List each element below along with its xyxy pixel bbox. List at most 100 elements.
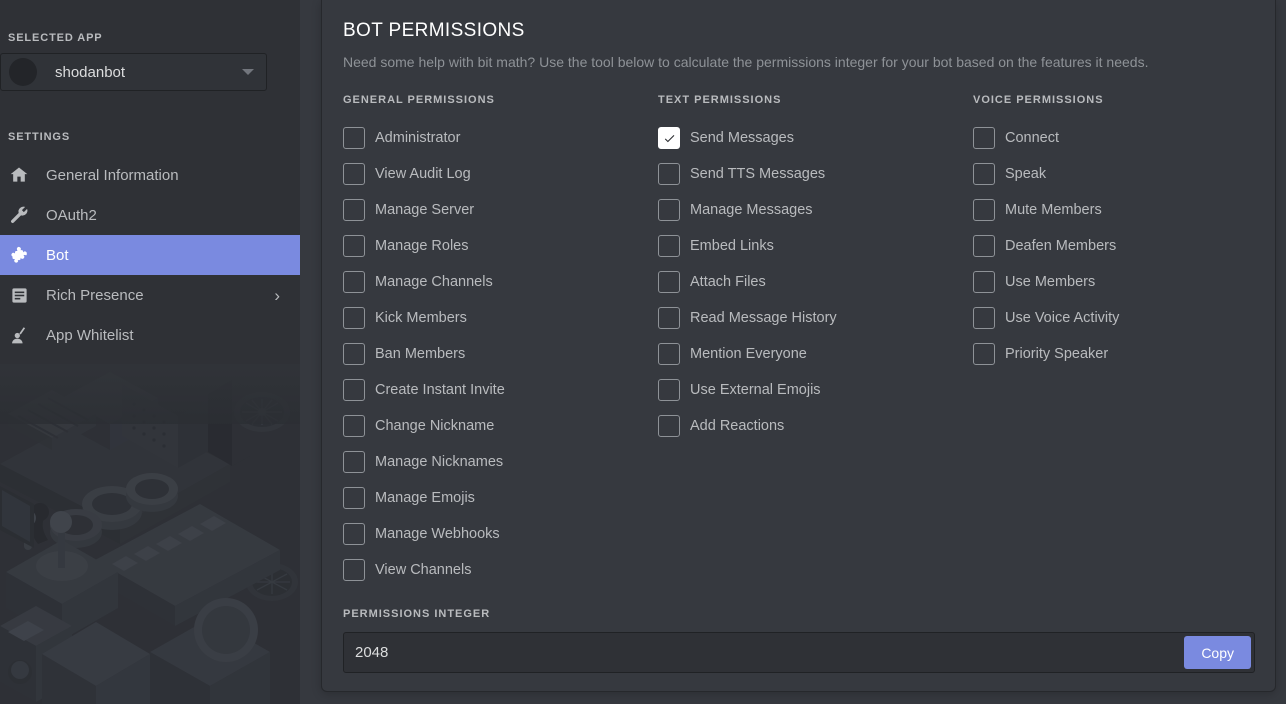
voice-permissions-column: VOICE PERMISSIONS Connect Speak Mute Mem… <box>973 94 1253 588</box>
sidebar-item-general-information[interactable]: General Information <box>0 155 300 195</box>
checkbox-administrator[interactable] <box>343 127 365 149</box>
permission-label: Connect <box>1005 130 1060 146</box>
permission-row-speak[interactable]: Speak <box>973 156 1253 192</box>
permission-row-ban-members[interactable]: Ban Members <box>343 336 658 372</box>
permission-label: Administrator <box>375 130 461 146</box>
app-selector-dropdown[interactable]: shodanbot <box>0 53 267 91</box>
checkbox-embed-links[interactable] <box>658 235 680 257</box>
permission-row-administrator[interactable]: Administrator <box>343 120 658 156</box>
permission-label: Change Nickname <box>375 418 495 434</box>
checkbox-manage-emojis[interactable] <box>343 487 365 509</box>
checkbox-use-voice-activity[interactable] <box>973 307 995 329</box>
permission-row-send-messages[interactable]: Send Messages <box>658 120 973 156</box>
permission-label: Use Voice Activity <box>1005 310 1120 326</box>
checkbox-send-messages[interactable] <box>658 127 680 149</box>
bot-permissions-card: BOT PERMISSIONS Need some help with bit … <box>321 0 1276 692</box>
sidebar: SELECTED APP shodanbot SETTINGS General … <box>0 0 300 704</box>
permission-label: Create Instant Invite <box>375 382 505 398</box>
permission-label: Deafen Members <box>1005 238 1117 254</box>
permission-row-manage-webhooks[interactable]: Manage Webhooks <box>343 516 658 552</box>
sidebar-item-bot[interactable]: Bot <box>0 235 300 275</box>
permission-row-manage-emojis[interactable]: Manage Emojis <box>343 480 658 516</box>
permission-label: Manage Nicknames <box>375 454 504 470</box>
permission-row-deafen-members[interactable]: Deafen Members <box>973 228 1253 264</box>
permission-label: Send TTS Messages <box>690 166 826 182</box>
checkbox-read-message-history[interactable] <box>658 307 680 329</box>
settings-label: SETTINGS <box>8 131 71 143</box>
permission-label: Priority Speaker <box>1005 346 1109 362</box>
checkbox-change-nickname[interactable] <box>343 415 365 437</box>
checkbox-manage-webhooks[interactable] <box>343 523 365 545</box>
checkbox-view-audit-log[interactable] <box>343 163 365 185</box>
sidebar-item-app-whitelist[interactable]: App Whitelist <box>0 315 300 355</box>
permission-row-manage-messages[interactable]: Manage Messages <box>658 192 973 228</box>
sidebar-item-oauth2[interactable]: OAuth2 <box>0 195 300 235</box>
permission-row-view-channels[interactable]: View Channels <box>343 552 658 588</box>
permissions-integer-field[interactable]: Copy <box>343 632 1255 673</box>
copy-button[interactable]: Copy <box>1184 636 1251 669</box>
sidebar-item-label: App Whitelist <box>46 326 134 344</box>
permission-row-embed-links[interactable]: Embed Links <box>658 228 973 264</box>
permission-row-connect[interactable]: Connect <box>973 120 1253 156</box>
permission-row-view-audit-log[interactable]: View Audit Log <box>343 156 658 192</box>
permission-label: Use Members <box>1005 274 1096 290</box>
checkbox-use-external-emojis[interactable] <box>658 379 680 401</box>
checkbox-manage-server[interactable] <box>343 199 365 221</box>
checkbox-send-tts-messages[interactable] <box>658 163 680 185</box>
permission-row-create-instant-invite[interactable]: Create Instant Invite <box>343 372 658 408</box>
column-header: GENERAL PERMISSIONS <box>343 94 495 106</box>
permission-label: Manage Messages <box>690 202 813 218</box>
permission-row-manage-server[interactable]: Manage Server <box>343 192 658 228</box>
checkbox-deafen-members[interactable] <box>973 235 995 257</box>
permission-label: Manage Channels <box>375 274 493 290</box>
checkbox-connect[interactable] <box>973 127 995 149</box>
permission-row-read-message-history[interactable]: Read Message History <box>658 300 973 336</box>
permission-row-manage-roles[interactable]: Manage Roles <box>343 228 658 264</box>
permission-row-manage-nicknames[interactable]: Manage Nicknames <box>343 444 658 480</box>
permission-row-attach-files[interactable]: Attach Files <box>658 264 973 300</box>
page-subtitle: Need some help with bit math? Use the to… <box>343 54 1149 70</box>
permission-row-use-members[interactable]: Use Members <box>973 264 1253 300</box>
permission-label: Mute Members <box>1005 202 1102 218</box>
checkbox-manage-nicknames[interactable] <box>343 451 365 473</box>
permission-row-change-nickname[interactable]: Change Nickname <box>343 408 658 444</box>
sidebar-item-label: OAuth2 <box>46 206 97 224</box>
permission-row-use-voice-activity[interactable]: Use Voice Activity <box>973 300 1253 336</box>
permission-label: Mention Everyone <box>690 346 807 362</box>
permission-row-send-tts-messages[interactable]: Send TTS Messages <box>658 156 973 192</box>
permission-row-priority-speaker[interactable]: Priority Speaker <box>973 336 1253 372</box>
sidebar-item-label: Bot <box>46 246 69 264</box>
checkbox-attach-files[interactable] <box>658 271 680 293</box>
permission-row-add-reactions[interactable]: Add Reactions <box>658 408 973 444</box>
chevron-right-icon[interactable]: › <box>274 287 280 304</box>
permissions-integer-label: PERMISSIONS INTEGER <box>343 608 491 620</box>
permission-label: View Channels <box>375 562 472 578</box>
chevron-down-icon[interactable] <box>242 69 254 75</box>
permission-row-mute-members[interactable]: Mute Members <box>973 192 1253 228</box>
checkbox-manage-roles[interactable] <box>343 235 365 257</box>
checkbox-priority-speaker[interactable] <box>973 343 995 365</box>
app-name: shodanbot <box>55 63 126 81</box>
permission-row-use-external-emojis[interactable]: Use External Emojis <box>658 372 973 408</box>
checkbox-speak[interactable] <box>973 163 995 185</box>
permission-row-kick-members[interactable]: Kick Members <box>343 300 658 336</box>
sidebar-item-rich-presence[interactable]: Rich Presence › <box>0 275 300 315</box>
checkbox-view-channels[interactable] <box>343 559 365 581</box>
checkbox-manage-channels[interactable] <box>343 271 365 293</box>
checkbox-ban-members[interactable] <box>343 343 365 365</box>
general-permissions-column: GENERAL PERMISSIONS Administrator View A… <box>343 94 658 588</box>
permission-row-manage-channels[interactable]: Manage Channels <box>343 264 658 300</box>
checkbox-create-instant-invite[interactable] <box>343 379 365 401</box>
checkbox-mute-members[interactable] <box>973 199 995 221</box>
checkbox-kick-members[interactable] <box>343 307 365 329</box>
permissions-integer-section: PERMISSIONS INTEGER Copy <box>343 608 1255 673</box>
permission-row-mention-everyone[interactable]: Mention Everyone <box>658 336 973 372</box>
text-permissions-column: TEXT PERMISSIONS Send Messages Send TTS … <box>658 94 973 588</box>
checkbox-mention-everyone[interactable] <box>658 343 680 365</box>
checkbox-add-reactions[interactable] <box>658 415 680 437</box>
checkbox-manage-messages[interactable] <box>658 199 680 221</box>
checkbox-use-members[interactable] <box>973 271 995 293</box>
permissions-integer-input[interactable] <box>355 644 1254 661</box>
home-icon <box>8 164 30 186</box>
sidebar-item-label: Rich Presence <box>46 286 144 304</box>
